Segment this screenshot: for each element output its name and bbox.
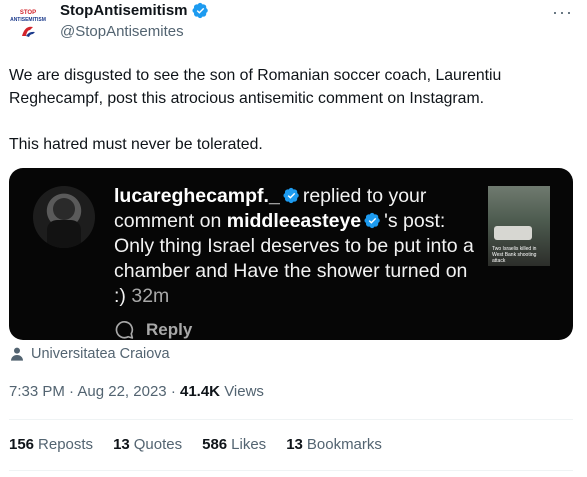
stat-count: 13 xyxy=(286,436,303,453)
verified-badge-icon xyxy=(283,187,299,204)
meta-separator: · xyxy=(69,383,75,400)
verified-badge-icon[interactable] xyxy=(191,2,209,19)
author-handle[interactable]: @StopAntisemites xyxy=(60,23,184,40)
author-name-row: StopAntisemitism xyxy=(60,2,209,19)
post-thumbnail: Two Israelis killed in West Bank shootin… xyxy=(488,186,550,266)
engagement-stats: 156 Reposts 13 Quotes 586 Likes 13 Bookmarks xyxy=(9,436,382,453)
instagram-reply-row: Reply xyxy=(114,320,192,340)
stat-likes[interactable]: 586 Likes xyxy=(202,436,266,453)
tweet-time[interactable]: 7:33 PM xyxy=(9,383,65,400)
tweet-media-image[interactable]: lucareghecampf._ replied to your comment … xyxy=(9,168,573,340)
stat-label: Bookmarks xyxy=(306,436,382,453)
location-label[interactable]: Universitatea Craiova xyxy=(31,346,170,362)
divider xyxy=(9,470,573,471)
commenter-username: lucareghecampf._ xyxy=(114,185,280,207)
meta-separator: · xyxy=(170,383,176,400)
reply-label: Reply xyxy=(146,320,193,339)
speech-bubble-icon xyxy=(115,321,134,339)
thumbnail-caption: Two Israelis killed in West Bank shootin… xyxy=(492,246,537,264)
stat-count: 13 xyxy=(113,436,130,453)
stat-reposts[interactable]: 156 Reposts xyxy=(9,436,93,453)
author-display-name[interactable]: StopAntisemitism xyxy=(60,2,188,19)
stat-label: Quotes xyxy=(133,436,183,453)
stat-count: 156 xyxy=(9,436,35,453)
views-count: 41.4K xyxy=(179,383,221,400)
views-label: Views xyxy=(224,383,264,400)
stat-count: 586 xyxy=(202,436,228,453)
more-options-button[interactable]: ··· xyxy=(552,2,573,23)
stat-bookmarks[interactable]: 13 Bookmarks xyxy=(286,436,382,453)
location-tag[interactable]: Universitatea Craiova xyxy=(9,346,170,362)
stat-label: Reposts xyxy=(38,436,94,453)
stat-quotes[interactable]: 13 Quotes xyxy=(113,436,182,453)
person-location-icon xyxy=(11,347,23,361)
tweet-body: We are disgusted to see the son of Roman… xyxy=(9,64,579,156)
divider xyxy=(9,419,573,420)
stop-antisemitism-logo-icon: STOP ANTISEMITISM xyxy=(10,10,46,37)
tweet-date[interactable]: Aug 22, 2023 xyxy=(77,383,166,400)
tweet-paragraph: We are disgusted to see the son of Roman… xyxy=(9,67,502,107)
tweet-header: STOP ANTISEMITISM StopAntisemitism @Stop… xyxy=(0,0,587,52)
post-suffix: 's post: xyxy=(384,210,446,232)
svg-text:ANTISEMITISM: ANTISEMITISM xyxy=(10,17,46,23)
commenter-avatar xyxy=(33,186,95,248)
author-avatar[interactable]: STOP ANTISEMITISM xyxy=(9,3,47,41)
comment-time: 32m xyxy=(131,285,170,307)
post-account: middleeasteye xyxy=(226,210,362,232)
tweet-meta: 7:33 PM · Aug 22, 2023 · 41.4K Views xyxy=(9,383,264,400)
tweet-paragraph: This hatred must never be tolerated. xyxy=(9,136,263,153)
svg-text:STOP: STOP xyxy=(20,10,36,16)
verified-badge-icon xyxy=(364,212,380,229)
instagram-comment-text: lucareghecampf._ replied to your comment … xyxy=(114,184,474,309)
stat-label: Likes xyxy=(231,436,267,453)
